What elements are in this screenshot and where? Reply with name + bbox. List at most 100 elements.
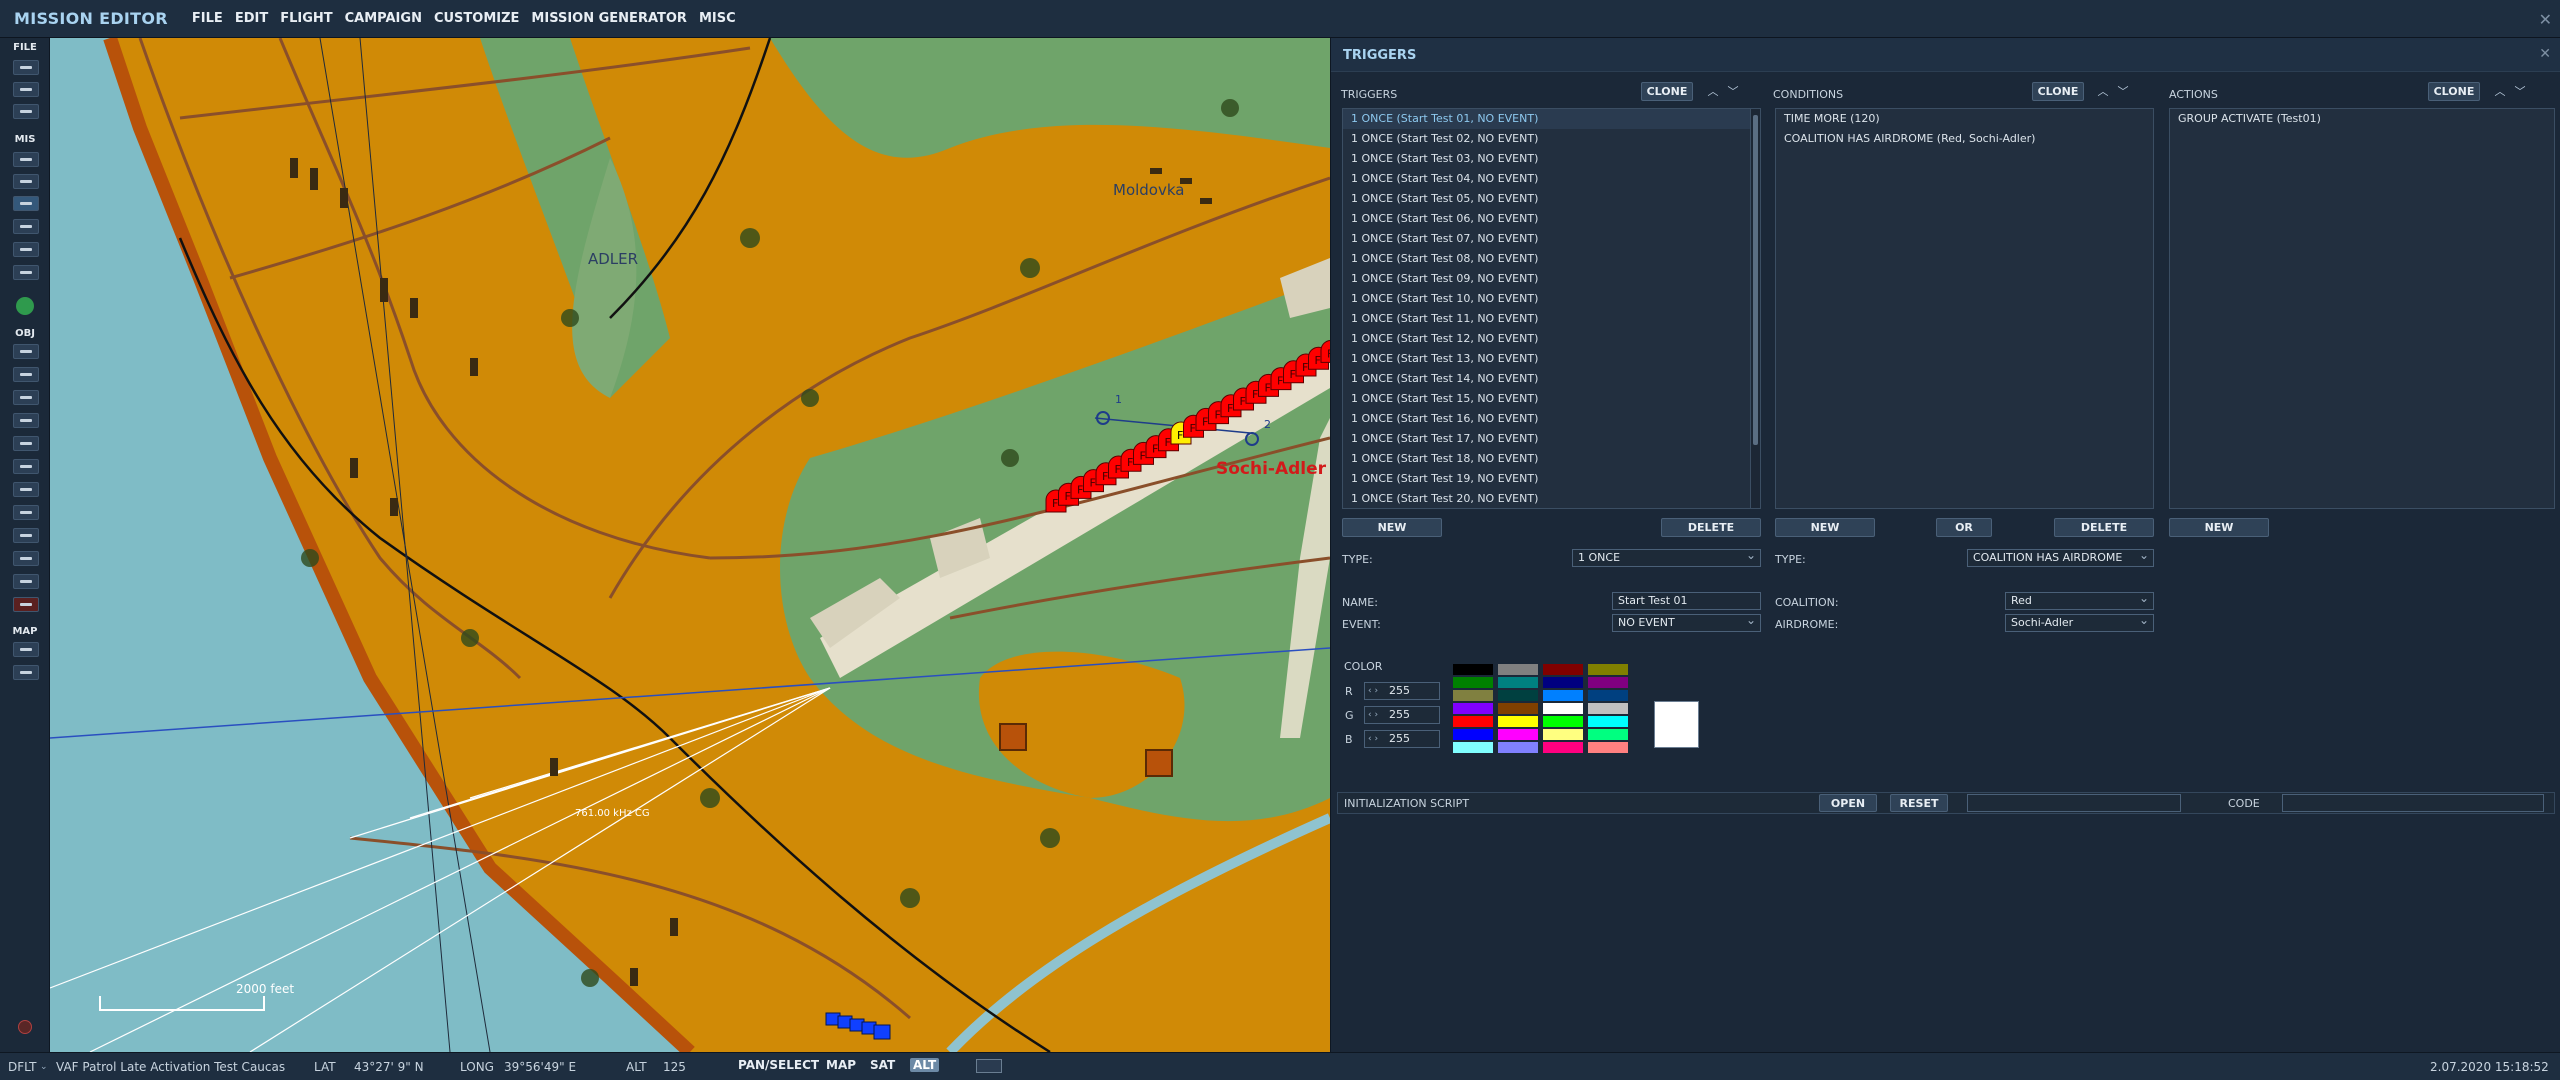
trigger-item[interactable]: 1 ONCE (Start Test 05, NO EVENT) <box>1343 189 1760 209</box>
menu-edit[interactable]: EDIT <box>235 11 268 26</box>
trigger-item[interactable]: 1 ONCE (Start Test 04, NO EVENT) <box>1343 169 1760 189</box>
trigger-item[interactable]: 1 ONCE (Start Test 20, NO EVENT) <box>1343 489 1760 508</box>
open-file-icon[interactable] <box>13 60 39 75</box>
menu-customize[interactable]: CUSTOMIZE <box>434 11 519 26</box>
trigger-item[interactable]: 1 ONCE (Start Test 15, NO EVENT) <box>1343 389 1760 409</box>
sat-mode-button[interactable]: SAT <box>870 1058 895 1072</box>
briefing-icon[interactable] <box>13 152 39 167</box>
color-swatch[interactable] <box>1587 663 1629 676</box>
condition-type-select[interactable]: COALITION HAS AIRDROME <box>1967 547 2154 567</box>
trigger-item[interactable]: 1 ONCE (Start Test 11, NO EVENT) <box>1343 309 1760 329</box>
ship-icon[interactable] <box>13 390 39 405</box>
chevron-down-icon[interactable]: ⌄ <box>40 1062 48 1072</box>
trigger-new-button[interactable]: NEW <box>1342 518 1442 537</box>
trigger-type-select[interactable]: 1 ONCE <box>1572 547 1761 567</box>
condition-item[interactable]: TIME MORE (120) <box>1776 109 2153 129</box>
condition-delete-button[interactable]: DELETE <box>2054 518 2154 537</box>
color-swatch[interactable] <box>1542 728 1584 741</box>
nav-point-icon[interactable] <box>13 528 39 543</box>
init-open-button[interactable]: OPEN <box>1819 794 1877 812</box>
condition-item[interactable]: COALITION HAS AIRDROME (Red, Sochi-Adler… <box>1776 129 2153 149</box>
coalition-select[interactable]: Red <box>2005 590 2154 610</box>
menu-mission-generator[interactable]: MISSION GENERATOR <box>531 11 687 26</box>
color-swatch[interactable] <box>1497 689 1539 702</box>
action-move-down-icon[interactable]: ﹀ <box>2512 84 2528 100</box>
window-close-icon[interactable]: ✕ <box>2539 10 2552 29</box>
triggers-scrollbar[interactable] <box>1750 109 1760 508</box>
color-swatch[interactable] <box>1497 676 1539 689</box>
color-swatch[interactable] <box>1452 715 1494 728</box>
color-swatch[interactable] <box>1497 728 1539 741</box>
goals-icon[interactable] <box>13 219 39 234</box>
condition-move-up-icon[interactable]: ︿ <box>2095 84 2111 100</box>
color-swatch[interactable] <box>1587 689 1629 702</box>
menu-file[interactable]: FILE <box>192 11 223 26</box>
color-swatch[interactable] <box>1497 741 1539 754</box>
menu-misc[interactable]: MISC <box>699 11 736 26</box>
trigger-item[interactable]: 1 ONCE (Start Test 13, NO EVENT) <box>1343 349 1760 369</box>
helicopter-icon[interactable] <box>13 367 39 382</box>
zone-icon[interactable] <box>13 505 39 520</box>
triggers-clone-button[interactable]: CLONE <box>1641 82 1693 101</box>
trigger-move-up-icon[interactable]: ︿ <box>1705 84 1721 100</box>
map-options-icon[interactable] <box>13 642 39 657</box>
load-file-icon[interactable] <box>13 82 39 97</box>
spin-arrows-icon[interactable]: ‹ › <box>1368 731 1378 747</box>
trigger-delete-button[interactable]: DELETE <box>1661 518 1761 537</box>
warehouse-icon[interactable] <box>13 551 39 566</box>
conditions-clone-button[interactable]: CLONE <box>2032 82 2084 101</box>
menu-campaign[interactable]: CAMPAIGN <box>345 11 422 26</box>
trigger-item[interactable]: 1 ONCE (Start Test 12, NO EVENT) <box>1343 329 1760 349</box>
airdrome-select[interactable]: Sochi-Adler <box>2005 612 2154 632</box>
color-swatch[interactable] <box>1542 741 1584 754</box>
menu-flight[interactable]: FLIGHT <box>280 11 332 26</box>
color-swatch[interactable] <box>1587 676 1629 689</box>
actions-clone-button[interactable]: CLONE <box>2428 82 2480 101</box>
color-swatch[interactable] <box>1587 715 1629 728</box>
template-icon[interactable] <box>13 482 39 497</box>
action-move-up-icon[interactable]: ︿ <box>2492 84 2508 100</box>
trigger-name-field[interactable]: Start Test 01 <box>1612 592 1761 610</box>
trigger-item[interactable]: 1 ONCE (Start Test 17, NO EVENT) <box>1343 429 1760 449</box>
trigger-item[interactable]: 1 ONCE (Start Test 10, NO EVENT) <box>1343 289 1760 309</box>
aircraft-icon[interactable] <box>13 344 39 359</box>
trigger-item[interactable]: 1 ONCE (Start Test 19, NO EVENT) <box>1343 469 1760 489</box>
ruler-icon[interactable] <box>13 665 39 680</box>
trigger-item[interactable]: 1 ONCE (Start Test 03, NO EVENT) <box>1343 149 1760 169</box>
color-swatch[interactable] <box>1542 702 1584 715</box>
color-swatch[interactable] <box>1452 728 1494 741</box>
trigger-move-down-icon[interactable]: ﹀ <box>1725 84 1741 100</box>
color-swatch[interactable] <box>1542 676 1584 689</box>
triggers-icon[interactable] <box>13 196 39 211</box>
color-swatch[interactable] <box>1452 676 1494 689</box>
condition-or-button[interactable]: OR <box>1936 518 1992 537</box>
color-swatch[interactable] <box>1452 702 1494 715</box>
static-object-icon[interactable] <box>13 436 39 451</box>
trigger-item[interactable]: 1 ONCE (Start Test 01, NO EVENT) <box>1343 109 1760 129</box>
action-new-button[interactable]: NEW <box>2169 518 2269 537</box>
map-layer-icon[interactable] <box>976 1059 1002 1073</box>
trigger-item[interactable]: 1 ONCE (Start Test 02, NO EVENT) <box>1343 129 1760 149</box>
blue-unit[interactable] <box>873 1024 891 1040</box>
color-swatch[interactable] <box>1542 715 1584 728</box>
color-swatch[interactable] <box>1587 728 1629 741</box>
trigger-item[interactable]: 1 ONCE (Start Test 08, NO EVENT) <box>1343 249 1760 269</box>
trigger-item[interactable]: 1 ONCE (Start Test 18, NO EVENT) <box>1343 449 1760 469</box>
trigger-item[interactable]: 1 ONCE (Start Test 16, NO EVENT) <box>1343 409 1760 429</box>
color-swatch[interactable] <box>1542 663 1584 676</box>
airbase-label[interactable]: Sochi-Adler <box>1216 459 1326 479</box>
trigger-item[interactable]: 1 ONCE (Start Test 14, NO EVENT) <box>1343 369 1760 389</box>
vehicle-icon[interactable] <box>13 413 39 428</box>
map-view[interactable]: FFFFFFFFFFFFFFFFFFFFFFFF Moldovka ADLER … <box>50 38 1330 1052</box>
record-icon[interactable] <box>18 1020 32 1034</box>
color-swatch[interactable] <box>1587 702 1629 715</box>
color-r-spinner[interactable]: ‹ › 255 <box>1364 682 1440 700</box>
action-item[interactable]: GROUP ACTIVATE (Test01) <box>2170 109 2554 129</box>
color-g-spinner[interactable]: ‹ › 255 <box>1364 706 1440 724</box>
color-swatch[interactable] <box>1452 741 1494 754</box>
actions-list[interactable]: GROUP ACTIVATE (Test01) <box>2169 108 2555 509</box>
color-swatch[interactable] <box>1542 689 1584 702</box>
color-swatch[interactable] <box>1497 715 1539 728</box>
color-swatch[interactable] <box>1452 663 1494 676</box>
static-object-icon[interactable] <box>1145 749 1173 777</box>
